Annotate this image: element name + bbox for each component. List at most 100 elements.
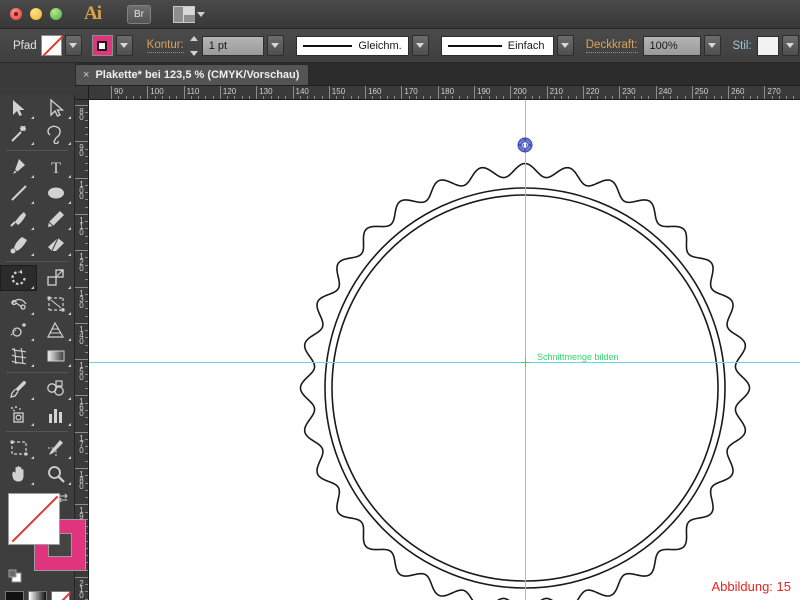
swap-fill-stroke-icon[interactable]: ⇄ — [58, 491, 68, 505]
ruler-label: 170 — [77, 433, 86, 452]
slice-tool[interactable] — [37, 435, 74, 461]
ruler-label: 240 — [658, 87, 672, 96]
stroke-weight-label[interactable]: Kontur: — [146, 39, 184, 53]
ruler-label: 110 — [77, 215, 86, 234]
chevron-down-icon — [120, 43, 129, 48]
horizontal-guide — [89, 362, 800, 363]
tool-flyout-indicator — [68, 175, 71, 178]
illustrator-logo: Ai — [84, 3, 102, 24]
perspective-grid-tool[interactable] — [37, 317, 74, 343]
document-tab[interactable]: × Plakette* bei 123,5 % (CMYK/Vorschau) — [75, 64, 310, 85]
stroke-profile-combo[interactable]: Gleichm. — [295, 35, 409, 56]
eraser-tool[interactable] — [37, 232, 74, 258]
zoom-tool[interactable] — [37, 461, 74, 487]
rotate-origin-icon[interactable] — [517, 137, 533, 153]
horizontal-ruler[interactable]: 90 100 110 120 130 140 150 160 170 180 190 200 210 22… — [89, 86, 800, 100]
minimize-button[interactable] — [30, 8, 42, 20]
type-tool[interactable]: T — [37, 154, 74, 180]
scalloped-badge-artwork[interactable] — [89, 100, 800, 600]
scale-tool[interactable] — [37, 265, 74, 291]
magic-wand-tool[interactable] — [0, 121, 37, 147]
fill-dropdown-button[interactable] — [64, 35, 82, 56]
tool-flyout-indicator — [68, 338, 71, 341]
ruler-label: 140 — [295, 87, 309, 96]
eyedropper-tool[interactable] — [0, 376, 37, 402]
opacity-value[interactable]: 100% — [642, 35, 701, 56]
stroke-weight-dropdown-button[interactable] — [266, 35, 284, 56]
stroke-weight-stepper[interactable] — [189, 35, 202, 56]
stroke-profile-dropdown-button[interactable] — [411, 35, 429, 56]
tool-separator — [6, 261, 68, 262]
mesh-tool[interactable] — [0, 343, 37, 369]
style-dropdown-button[interactable] — [781, 35, 799, 56]
tool-flyout-indicator — [68, 397, 71, 400]
tool-flyout-indicator — [31, 364, 34, 367]
gradient-icon[interactable] — [27, 591, 47, 600]
document-canvas[interactable]: Schnittmenge bilden Abbildung: 15 — [89, 100, 800, 600]
tool-separator — [6, 372, 68, 373]
blob-brush-tool[interactable] — [0, 232, 37, 258]
ruler-label: 220 — [585, 87, 600, 96]
free-transform-tool[interactable] — [37, 291, 74, 317]
hand-tool[interactable] — [0, 461, 37, 487]
chevron-down-icon — [708, 43, 717, 48]
ruler-label: 150 — [77, 361, 86, 380]
brush-definition-combo[interactable]: Einfach — [440, 35, 554, 56]
none-color-icon[interactable] — [50, 591, 70, 600]
ruler-label: 160 — [368, 87, 382, 96]
arrange-documents-button[interactable] — [173, 5, 205, 23]
ruler-label: 110 — [186, 87, 200, 96]
ruler-label: 170 — [404, 87, 418, 96]
shape-builder-tool[interactable] — [0, 317, 37, 343]
control-bar: Pfad Kontur: 1 pt Gleichm. Einfach Deckk… — [0, 29, 800, 63]
close-icon[interactable]: × — [83, 69, 89, 81]
stroke-weight-value[interactable]: 1 pt — [201, 35, 264, 56]
tool-flyout-indicator — [68, 286, 71, 289]
gradient-tool[interactable] — [37, 343, 74, 369]
opacity-label[interactable]: Deckkraft: — [585, 39, 638, 53]
pencil-tool[interactable] — [37, 206, 74, 232]
pen-tool[interactable] — [0, 154, 37, 180]
blend-tool[interactable] — [37, 376, 74, 402]
ruler-label: 130 — [77, 288, 86, 307]
tool-flyout-indicator — [68, 201, 71, 204]
tool-flyout-indicator — [68, 423, 71, 426]
tool-flyout-indicator — [31, 116, 34, 119]
bridge-button[interactable]: Br — [127, 4, 151, 24]
ruler-label: 90 — [114, 87, 123, 96]
ruler-label: 180 — [77, 470, 86, 488]
column-graph-tool[interactable] — [37, 402, 74, 428]
ruler-label: 160 — [77, 397, 86, 416]
artboard-tool[interactable] — [0, 435, 37, 461]
style-swatch[interactable] — [756, 35, 779, 56]
tool-flyout-indicator — [68, 116, 71, 119]
ruler-corner[interactable] — [75, 86, 89, 100]
direct-selection-tool[interactable] — [37, 95, 74, 121]
selection-tool[interactable] — [0, 95, 37, 121]
stroke-dropdown-button[interactable] — [115, 35, 133, 56]
tool-flyout-indicator — [31, 253, 34, 256]
symbol-sprayer-tool[interactable] — [0, 402, 37, 428]
fill-swatch[interactable] — [40, 35, 62, 56]
default-fill-stroke-icon[interactable] — [8, 569, 24, 585]
line-segment-tool[interactable] — [0, 180, 37, 206]
tools-panel: T ⇄ — [0, 95, 86, 600]
solid-color-icon[interactable] — [4, 591, 24, 600]
close-button[interactable] — [10, 8, 22, 20]
stroke-swatch[interactable] — [91, 35, 113, 56]
smart-guide-anchor-icon — [521, 358, 530, 367]
tool-flyout-indicator — [68, 312, 71, 315]
window-controls[interactable] — [10, 8, 62, 20]
ellipse-tool[interactable] — [37, 180, 74, 206]
opacity-dropdown-button[interactable] — [703, 35, 721, 56]
rotate-tool[interactable] — [0, 265, 37, 291]
tool-flyout-indicator — [31, 142, 34, 145]
lasso-tool[interactable] — [37, 121, 74, 147]
toolbar-fill-swatch[interactable] — [8, 493, 60, 545]
brush-definition-dropdown-button[interactable] — [556, 35, 574, 56]
paintbrush-tool[interactable] — [0, 206, 37, 232]
zoom-button[interactable] — [50, 8, 62, 20]
ruler-label: 200 — [513, 87, 527, 96]
width-tool[interactable] — [0, 291, 37, 317]
ruler-label: 120 — [222, 87, 237, 96]
